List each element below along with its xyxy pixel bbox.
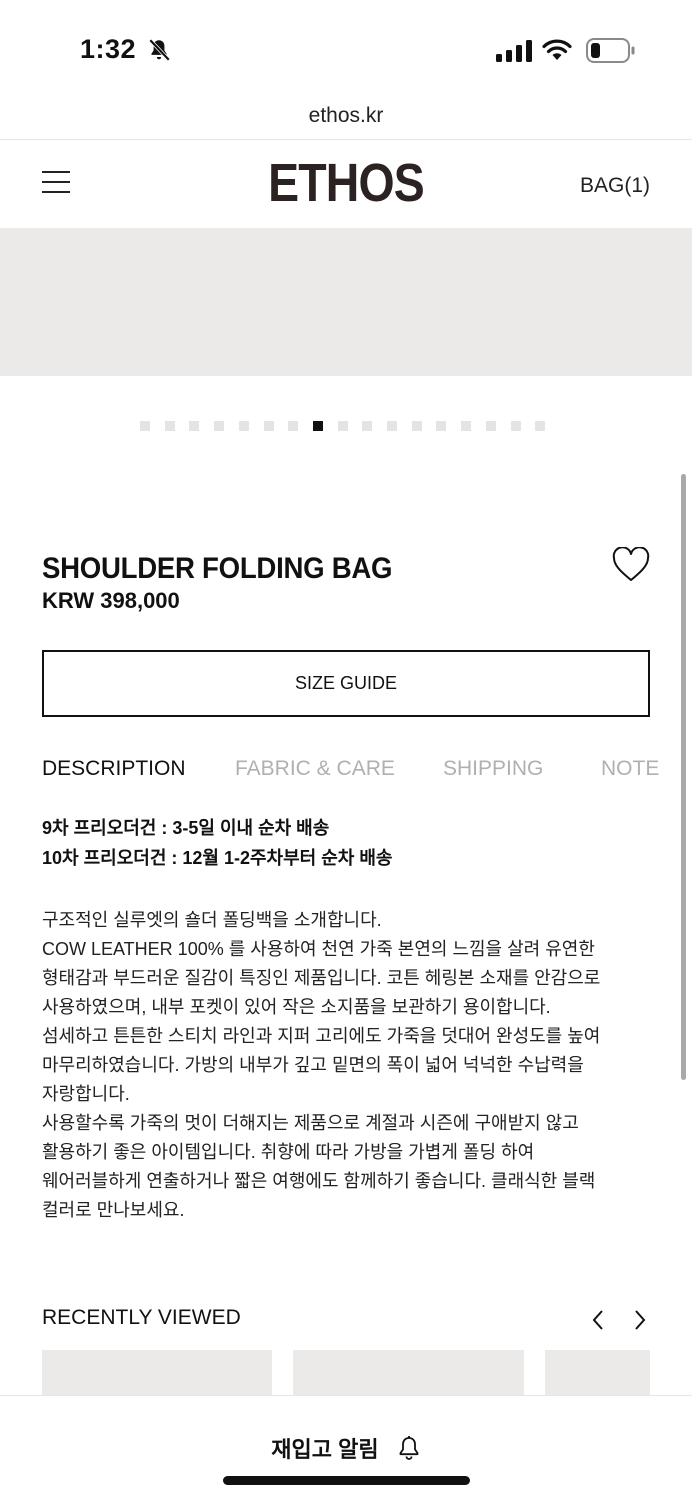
gallery-dot[interactable]: [189, 421, 200, 431]
gallery-dot[interactable]: [436, 421, 447, 431]
cellular-signal-icon: [496, 40, 532, 62]
gallery-dot[interactable]: [164, 421, 175, 431]
url-text[interactable]: ethos.kr: [0, 104, 692, 128]
gallery-dot-active[interactable]: [312, 421, 323, 431]
product-description: 구조적인 실루엣의 숄더 폴딩백을 소개합니다. COW LEATHER 100…: [42, 906, 654, 1225]
gallery-dot[interactable]: [362, 421, 373, 431]
gallery-dot[interactable]: [140, 421, 150, 431]
bell-icon: [399, 1436, 419, 1460]
heart-outline-icon[interactable]: [612, 547, 650, 583]
gallery-dot[interactable]: [535, 421, 546, 431]
browser-address-bar[interactable]: ethos.kr: [0, 96, 692, 140]
product-image-gallery[interactable]: [0, 228, 692, 376]
product-price: KRW 398,000: [42, 588, 180, 613]
gallery-dot[interactable]: [238, 421, 249, 431]
chevron-right-icon[interactable]: [632, 1308, 648, 1332]
description-line: 구조적인 실루엣의 숄더 폴딩백을 소개합니다.: [42, 910, 382, 930]
tab-note[interactable]: NOTE: [601, 757, 659, 781]
tab-shipping[interactable]: SHIPPING: [443, 757, 543, 781]
gallery-dot[interactable]: [510, 421, 521, 431]
page-scrollbar[interactable]: [681, 474, 686, 1080]
description-line: 사용할수록 가죽의 멋이 더해지는 제품으로 계절과 시즌에 구애받지 않고: [42, 1113, 579, 1133]
gallery-dot[interactable]: [263, 421, 274, 431]
status-bar: 1:32: [0, 0, 692, 96]
size-guide-button[interactable]: SIZE GUIDE: [42, 650, 650, 717]
preorder-notice: 9차 프리오더건 : 3-5일 이내 순차 배송 10차 프리오더건 : 12월…: [42, 813, 654, 873]
chevron-left-icon[interactable]: [590, 1308, 606, 1332]
gallery-dot[interactable]: [387, 421, 397, 431]
description-line: 자랑합니다.: [42, 1084, 130, 1104]
recently-viewed-card[interactable]: [545, 1350, 650, 1396]
recently-viewed-card[interactable]: [293, 1350, 524, 1396]
restock-label: 재입고 알림: [271, 1437, 379, 1462]
gallery-dot[interactable]: [461, 421, 472, 431]
preorder-line: 10차 프리오더건 : 12월 1-2주차부터 순차 배송: [42, 848, 393, 868]
recently-viewed-title: RECENTLY VIEWED: [42, 1306, 241, 1329]
gallery-dot[interactable]: [485, 421, 496, 431]
status-time: 1:32: [80, 34, 137, 64]
site-logo[interactable]: ETHOS: [48, 152, 643, 214]
description-line: 사용하였으며, 내부 포켓이 있어 작은 소지품을 보관하기 용이합니다.: [42, 997, 551, 1017]
tab-fabric-care[interactable]: FABRIC & CARE: [235, 757, 395, 781]
bell-slash-icon: [148, 38, 171, 62]
description-line: 형태감과 부드러운 질감이 특징인 제품입니다. 코튼 헤링본 소재를 안감으로: [42, 968, 601, 988]
restock-alert-button[interactable]: 재입고 알림: [0, 1432, 692, 1464]
battery-low-icon: [586, 38, 635, 63]
product-title: SHOULDER FOLDING BAG: [42, 552, 393, 585]
description-line: 마무리하였습니다. 가방의 내부가 깊고 밑면의 폭이 넓어 넉넉한 수납력을: [42, 1055, 584, 1075]
gallery-dot[interactable]: [337, 421, 348, 431]
gallery-dot[interactable]: [214, 421, 225, 431]
tab-description[interactable]: DESCRIPTION: [42, 757, 186, 781]
description-line: 웨어러블하게 연출하거나 짧은 여행에도 함께하기 좋습니다. 클래식한 블랙: [42, 1171, 596, 1191]
description-line: 활용하기 좋은 아이템입니다. 취향에 따라 가방을 가볍게 폴딩 하여: [42, 1142, 535, 1162]
gallery-dot[interactable]: [288, 421, 299, 431]
description-line: 섬세하고 튼튼한 스티치 라인과 지퍼 고리에도 가죽을 덧대어 완성도를 높여: [42, 1026, 601, 1046]
wifi-icon: [542, 39, 572, 60]
gallery-dot[interactable]: [411, 421, 422, 431]
preorder-line: 9차 프리오더건 : 3-5일 이내 순차 배송: [42, 818, 330, 838]
recently-viewed-card[interactable]: [42, 1350, 272, 1396]
description-line: COW LEATHER 100% 를 사용하여 천연 가죽 본연의 느낌을 살려…: [42, 939, 595, 959]
home-indicator: [223, 1476, 470, 1485]
description-line: 컬러로 만나보세요.: [42, 1200, 185, 1220]
site-header: ETHOS BAG(1): [0, 140, 692, 228]
bag-link[interactable]: BAG(1): [580, 174, 650, 198]
